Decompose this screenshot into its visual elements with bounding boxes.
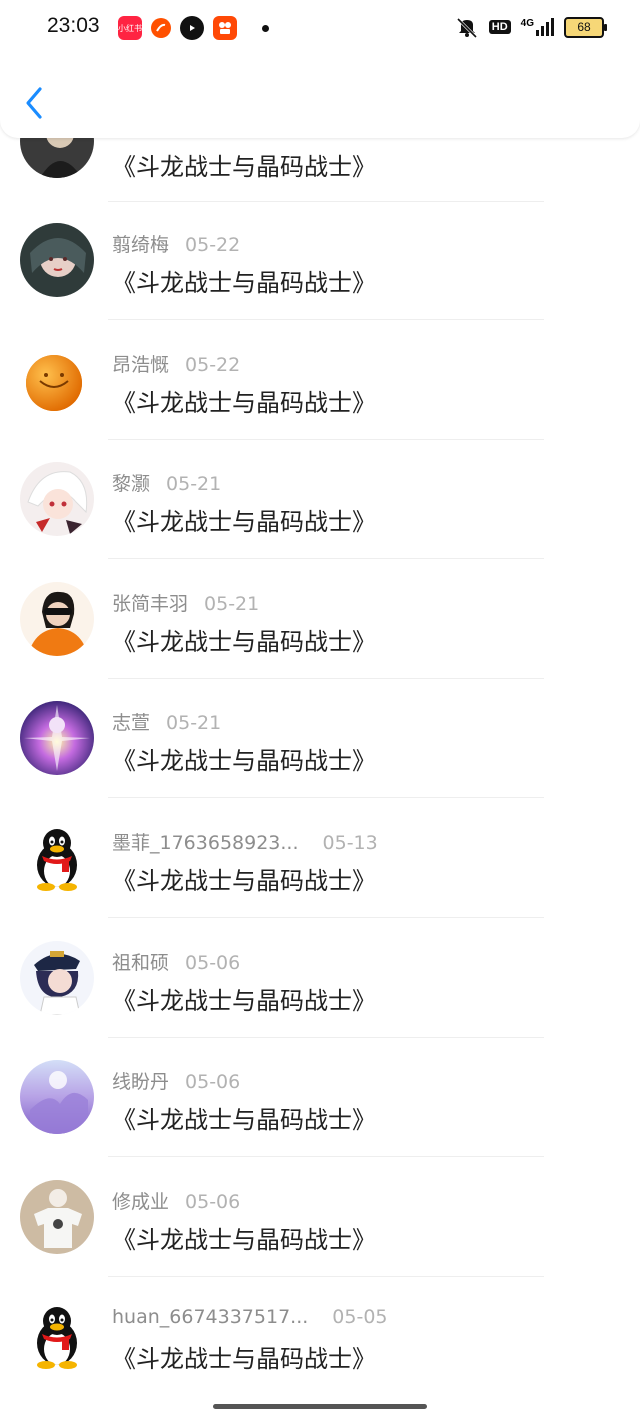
list-item[interactable]: 黎灏 05-21 《斗龙战士与晶码战士》	[0, 358, 640, 560]
video-icon	[180, 16, 204, 40]
list-item[interactable]: 线盼丹 05-06 《斗龙战士与晶码战士》	[0, 956, 640, 1158]
xiaohongshu-icon: 小红书	[118, 16, 142, 40]
mute-bell-icon	[456, 17, 477, 38]
notification-app-icons: 小红书	[118, 16, 269, 40]
battery-indicator: 68	[564, 16, 607, 38]
signal-icon: 4G	[521, 18, 554, 36]
list-item[interactable]: 张简丰羽 05-21 《斗龙战士与晶码战士》	[0, 478, 640, 679]
list-item[interactable]: 修成业 05-06 《斗龙战士与晶码战士》	[0, 1076, 640, 1277]
status-bar: 23:03 小红书 HD 4G 68	[0, 0, 640, 58]
list-item[interactable]: 祖和硕 05-06 《斗龙战士与晶码战士》	[0, 837, 640, 1038]
list-item[interactable]: 墨菲_1763658923... 05-13 《斗龙战士与晶码战士》	[0, 717, 640, 918]
list-item[interactable]: 昂浩慨 05-22 《斗龙战士与晶码战士》	[0, 239, 640, 440]
screen: 23:03 小红书 HD 4G 68 《斗龙战士与晶码战士》 翦绮梅 05-22…	[0, 0, 640, 1422]
status-time: 23:03	[47, 14, 100, 37]
home-indicator[interactable]	[213, 1404, 427, 1409]
hd-badge: HD	[488, 20, 511, 34]
network-type: 4G	[520, 18, 534, 29]
avatar[interactable]	[20, 1299, 94, 1374]
status-indicators: HD 4G 68	[455, 16, 607, 38]
user-list: 《斗龙战士与晶码战士》 翦绮梅 05-22 《斗龙战士与晶码战士》 昂浩慨 05-2…	[0, 104, 640, 1374]
list-item-title: 《斗龙战士与晶码战士》	[112, 1345, 376, 1374]
kuaishou-icon	[213, 16, 237, 40]
top-nav-bar	[0, 44, 640, 138]
list-item[interactable]: 志萱 05-21 《斗龙战士与晶码战士》	[0, 597, 640, 799]
list-item[interactable]: huan_6674337517... 05-05 《斗龙战士与晶码战士》	[0, 1195, 640, 1374]
post-date: 05-05	[332, 1306, 388, 1329]
taobao-icon	[151, 18, 171, 38]
more-notifications-dot	[262, 24, 269, 32]
user-name[interactable]: huan_6674337517...	[112, 1306, 308, 1328]
list-item-meta: huan_6674337517... 05-05	[112, 1306, 388, 1328]
back-chevron-icon[interactable]	[22, 86, 48, 120]
